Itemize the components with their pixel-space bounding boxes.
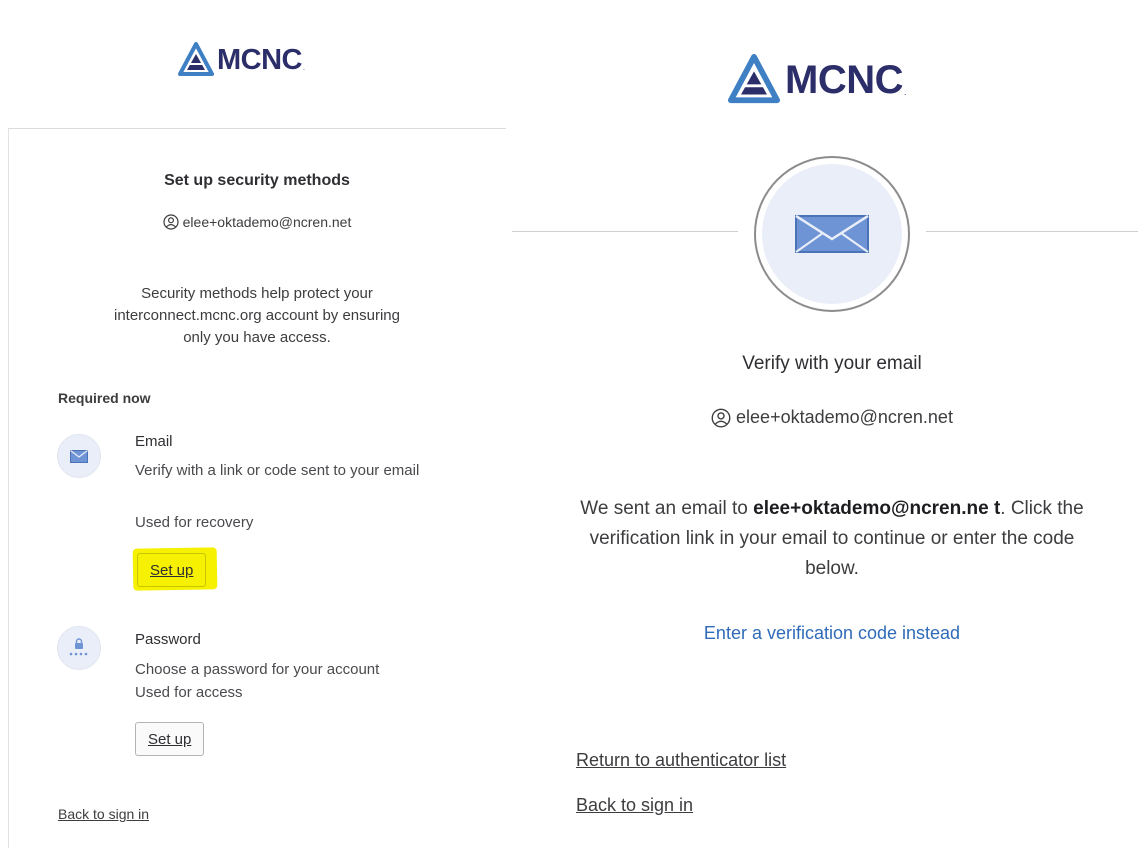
user-circle-icon [163, 214, 179, 230]
password-method-icon [57, 626, 101, 670]
username: elee+oktademo@ncren.net [736, 407, 953, 427]
message-email: elee+oktademo@ncren.ne t [753, 498, 1001, 519]
email-method-usage: Used for recovery [135, 514, 254, 531]
enter-code-link[interactable]: Enter a verification code instead [578, 623, 1086, 644]
email-hero-badge [754, 156, 910, 312]
back-to-sign-in-link[interactable]: Back to sign in [576, 795, 693, 816]
brand-wordmark: MCNC [217, 43, 303, 76]
password-setup-button[interactable]: Set up [135, 722, 205, 756]
back-to-sign-in-link[interactable]: Back to sign in [58, 806, 149, 822]
email-hero-badge-inner [762, 164, 902, 304]
message-prefix: We sent an email to [580, 498, 754, 519]
email-method-name: Email [135, 433, 173, 450]
security-description: Security methods help protect your inter… [8, 283, 506, 349]
mcnc-triangle-logo-icon [728, 54, 780, 104]
user-circle-icon [711, 408, 731, 427]
user-identifier: elee+oktademo@ncren.net [578, 407, 1086, 428]
username: elee+oktademo@ncren.net [182, 214, 352, 230]
envelope-icon [795, 215, 869, 253]
registered-mark: . [903, 87, 907, 97]
email-method-description: Verify with a link or code sent to your … [135, 462, 420, 479]
envelope-icon [70, 449, 88, 463]
return-to-authenticator-list-link[interactable]: Return to authenticator list [576, 750, 786, 771]
registered-mark: . [303, 65, 305, 72]
hero-divider-right [926, 231, 1138, 232]
page-title: Set up security methods [164, 172, 350, 189]
mcnc-logo: MCNC . [178, 42, 305, 78]
panel-border [8, 128, 9, 848]
email-setup-button[interactable]: Set up [137, 553, 207, 587]
password-method-description: Choose a password for your account [135, 661, 380, 678]
email-method-icon [57, 434, 101, 478]
user-identifier: elee+oktademo@ncren.net [8, 214, 506, 230]
mcnc-logo-large: MCNC . [727, 54, 907, 106]
email-sent-message: We sent an email to elee+oktademo@ncren.… [572, 494, 1092, 584]
setup-methods-panel: MCNC . Set up security methods elee+okta… [0, 0, 506, 848]
page-title: Verify with your email [742, 353, 922, 374]
header-divider [8, 128, 506, 129]
security-description-text: Security methods help protect your inter… [114, 285, 400, 346]
password-method-usage: Used for access [135, 684, 243, 701]
hero-divider-left [512, 231, 738, 232]
mcnc-triangle-logo-icon [178, 42, 214, 76]
password-lock-icon [69, 638, 88, 656]
required-heading: Required now [58, 390, 151, 406]
password-method-name: Password [135, 631, 201, 648]
brand-wordmark: MCNC [785, 57, 903, 102]
